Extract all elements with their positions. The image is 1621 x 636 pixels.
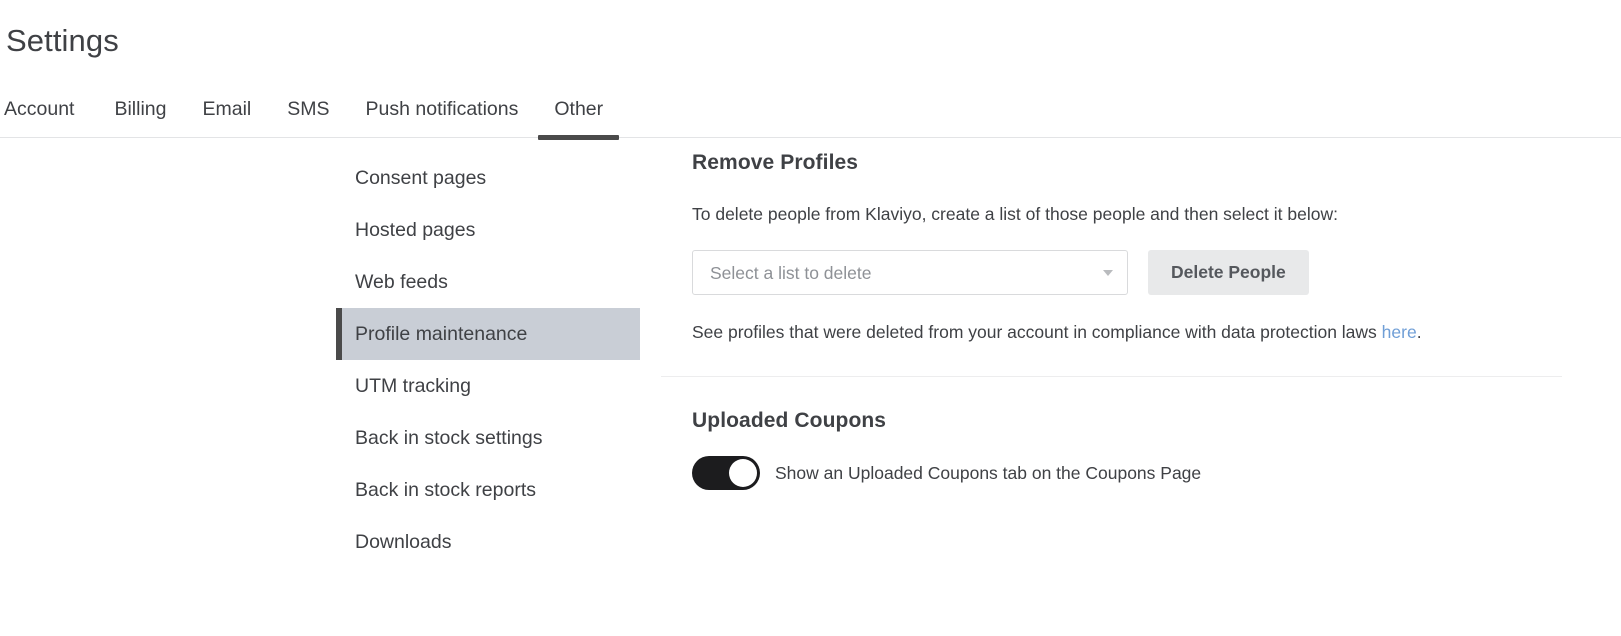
remove-profiles-description: To delete people from Klaviyo, create a … [692, 204, 1338, 224]
other-settings-sidenav: Consent pages Hosted pages Web feeds Pro… [336, 150, 640, 568]
sidebar-item-consent-pages[interactable]: Consent pages [336, 152, 640, 204]
list-select-placeholder: Select a list to delete [710, 262, 872, 283]
list-select-wrapper: Select a list to delete [692, 250, 1128, 295]
tab-push-notifications[interactable]: Push notifications [348, 97, 537, 137]
remove-profiles-controls: Select a list to delete Delete People [692, 250, 1621, 295]
deleted-profiles-note-period: . [1416, 322, 1422, 342]
uploaded-coupons-heading: Uploaded Coupons [692, 409, 887, 432]
settings-content: Consent pages Hosted pages Web feeds Pro… [0, 138, 1621, 568]
tab-billing[interactable]: Billing [96, 97, 184, 137]
sidebar-item-back-in-stock-reports[interactable]: Back in stock reports [336, 464, 640, 516]
deleted-profiles-note-text: See profiles that were deleted from your… [692, 322, 1382, 342]
uploaded-coupons-toggle-row: Show an Uploaded Coupons tab on the Coup… [692, 456, 1621, 490]
uploaded-coupons-toggle-label: Show an Uploaded Coupons tab on the Coup… [775, 463, 1202, 483]
sidebar-item-hosted-pages[interactable]: Hosted pages [336, 204, 640, 256]
sidebar-item-downloads[interactable]: Downloads [336, 516, 640, 568]
chevron-down-icon [1103, 269, 1113, 276]
deleted-profiles-note: See profiles that were deleted from your… [692, 321, 1621, 343]
profile-maintenance-panel: Remove Profiles To delete people from Kl… [640, 150, 1621, 490]
page-header: Settings [0, 0, 1621, 60]
tab-other[interactable]: Other [536, 97, 621, 140]
remove-profiles-heading: Remove Profiles [692, 151, 859, 174]
tab-email[interactable]: Email [185, 97, 270, 137]
page-title: Settings [6, 23, 119, 58]
toggle-knob [729, 459, 757, 487]
sidebar-item-utm-tracking[interactable]: UTM tracking [336, 360, 640, 412]
sidebar-item-back-in-stock-settings[interactable]: Back in stock settings [336, 412, 640, 464]
deleted-profiles-link[interactable]: here [1382, 322, 1417, 342]
delete-people-button[interactable]: Delete People [1148, 250, 1309, 295]
section-divider [661, 376, 1562, 377]
uploaded-coupons-section: Uploaded Coupons Show an Uploaded Coupon… [692, 408, 1621, 490]
uploaded-coupons-toggle[interactable] [692, 456, 760, 490]
settings-tabbar: Account Billing Email SMS Push notificat… [0, 86, 1621, 140]
tab-account[interactable]: Account [0, 97, 96, 137]
tab-sms[interactable]: SMS [269, 97, 347, 137]
remove-profiles-section: Remove Profiles To delete people from Kl… [692, 150, 1621, 343]
list-select[interactable]: Select a list to delete [692, 250, 1128, 295]
sidebar-item-web-feeds[interactable]: Web feeds [336, 256, 640, 308]
sidebar-item-profile-maintenance[interactable]: Profile maintenance [336, 308, 640, 360]
